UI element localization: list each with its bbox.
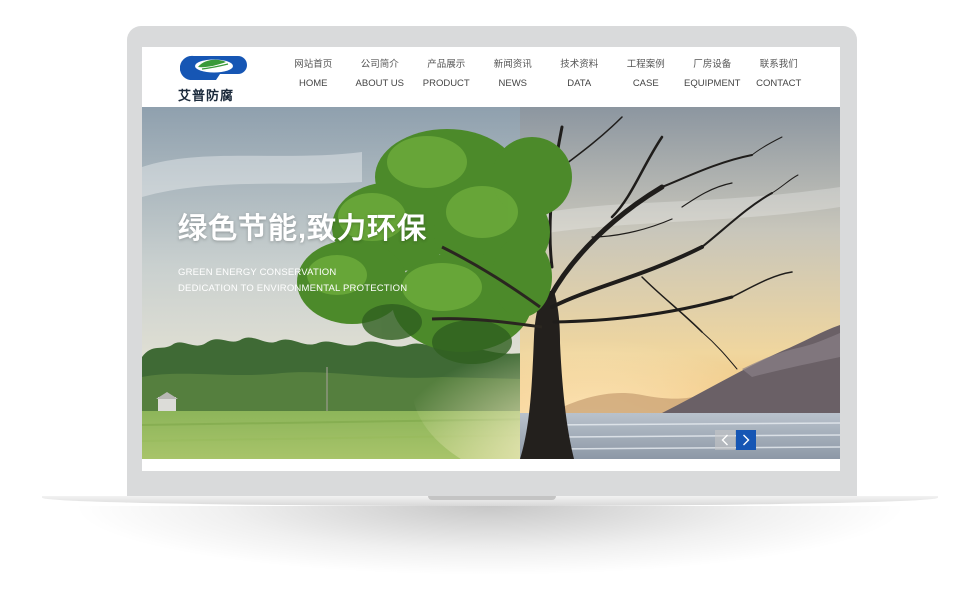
nav-item-product[interactable]: 产品展示 PRODUCT: [413, 55, 480, 95]
nav-label-cn: 网站首页: [294, 59, 333, 70]
nav-item-news[interactable]: 新闻资讯 NEWS: [480, 55, 547, 95]
banner-caption: 绿色节能,致力环保 GREEN ENERGY CONSERVATION DEDI…: [178, 205, 427, 297]
nav-label-en: NEWS: [498, 78, 528, 89]
nav-label-cn: 技术资料: [560, 59, 599, 70]
nav-item-equipment[interactable]: 厂房设备 EQUIPMENT: [679, 55, 746, 95]
slider-next-button[interactable]: [736, 430, 756, 450]
logo-text: 艾普防腐: [178, 89, 235, 104]
slider-prev-button[interactable]: [715, 430, 735, 450]
nav-label-en: PRODUCT: [422, 78, 470, 89]
screen-bottom-strip: [142, 459, 840, 471]
banner-subtitle-line2: DEDICATION TO ENVIRONMENTAL PROTECTION: [178, 283, 408, 294]
logo-mark-icon: [180, 55, 247, 80]
nav-label-cn: 工程案例: [626, 59, 665, 70]
main-nav: 网站首页 HOME 公司简介 ABOUT US 产品展示 PRODUCT 新闻资…: [280, 55, 812, 95]
nav-label-cn: 厂房设备: [693, 59, 732, 70]
nav-label-cn: 公司简介: [360, 59, 399, 70]
nav-item-data[interactable]: 技术资料 DATA: [546, 55, 613, 95]
laptop-notch: [428, 496, 556, 500]
banner-subtitle-line1: GREEN ENERGY CONSERVATION: [178, 267, 337, 278]
nav-label-en: HOME: [299, 78, 328, 89]
banner-subtitle: GREEN ENERGY CONSERVATION DEDICATION TO …: [178, 265, 427, 297]
nav-item-case[interactable]: 工程案例 CASE: [613, 55, 680, 95]
laptop-shadow: [70, 506, 910, 576]
nav-label-en: CASE: [632, 78, 659, 89]
chevron-left-icon: [721, 434, 728, 446]
nav-item-about[interactable]: 公司简介 ABOUT US: [347, 55, 414, 95]
nav-label-en: DATA: [567, 78, 592, 89]
chevron-right-icon: [743, 434, 750, 446]
nav-label-cn: 产品展示: [427, 59, 466, 70]
hero-banner: 绿色节能,致力环保 GREEN ENERGY CONSERVATION DEDI…: [142, 107, 840, 459]
banner-title: 绿色节能,致力环保: [178, 213, 428, 245]
nav-label-en: EQUIPMENT: [684, 78, 741, 89]
nav-label-cn: 联系我们: [759, 59, 798, 70]
nav-label-en: ABOUT US: [355, 78, 404, 89]
nav-item-home[interactable]: 网站首页 HOME: [280, 55, 347, 95]
nav-label-en: CONTACT: [756, 78, 802, 89]
website-screen: 艾普防腐 网站首页 HOME 公司简介 ABOUT US 产品展示 PRODUC…: [142, 47, 840, 471]
site-header: 艾普防腐 网站首页 HOME 公司简介 ABOUT US 产品展示 PRODUC…: [142, 47, 840, 107]
nav-item-contact[interactable]: 联系我们 CONTACT: [746, 55, 813, 95]
site-logo[interactable]: 艾普防腐: [178, 53, 250, 104]
nav-label-cn: 新闻资讯: [493, 59, 532, 70]
